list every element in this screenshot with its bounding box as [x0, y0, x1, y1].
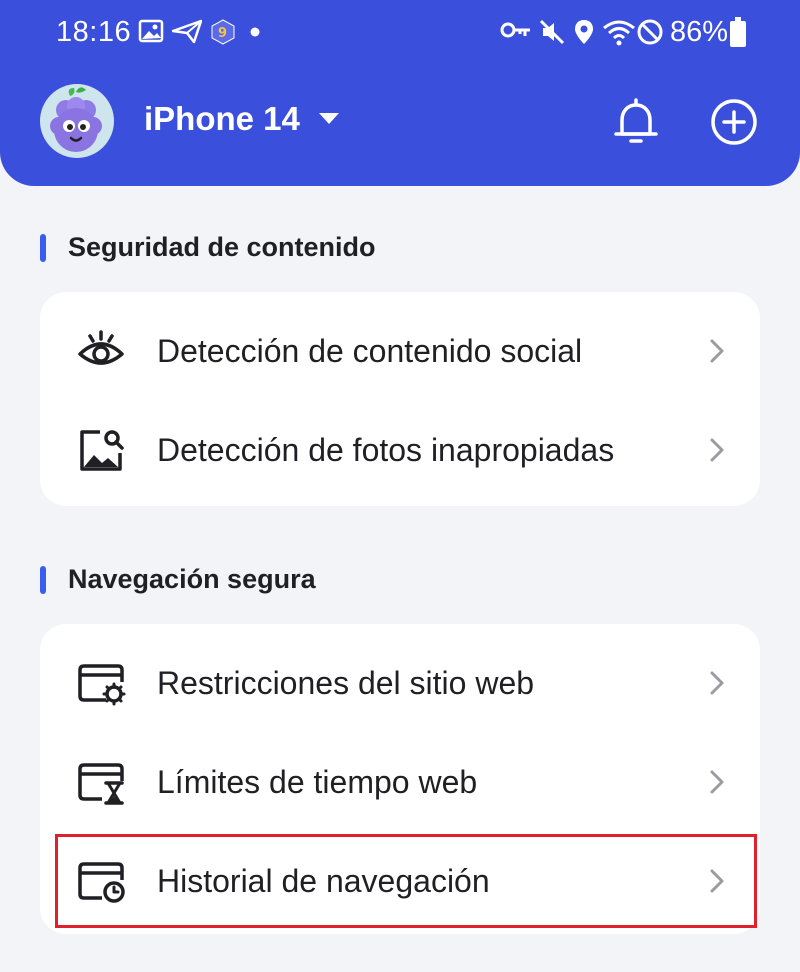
menu-item-social-content-detection[interactable]: Detección de contenido social	[40, 301, 760, 399]
menu-item-inappropriate-photo-detection[interactable]: Detección de fotos inapropiadas	[40, 400, 760, 498]
add-circle-icon	[711, 99, 757, 145]
battery-icon	[730, 17, 746, 47]
svg-text:9: 9	[218, 26, 227, 41]
menu-item-label: Restricciones del sitio web	[157, 665, 535, 701]
chevron-down-icon	[318, 113, 339, 124]
highlight-box	[55, 834, 757, 928]
do-not-disturb-icon	[637, 19, 663, 45]
notifications-button[interactable]	[608, 94, 664, 150]
status-time: 18:16	[56, 16, 132, 48]
chevron-right-icon	[710, 770, 724, 794]
dot-icon	[250, 27, 260, 37]
section-title-safe-browsing: Navegación segura	[40, 564, 316, 595]
app-header: 18:16 9 86% iPhone 14	[0, 0, 800, 186]
chevron-right-icon	[710, 671, 724, 695]
menu-item-web-time-limits[interactable]: Límites de tiempo web	[40, 732, 760, 830]
image-icon	[138, 19, 164, 43]
key-icon	[500, 22, 530, 38]
app-badge-icon: 9	[211, 19, 235, 45]
add-device-button[interactable]	[706, 94, 762, 150]
chevron-right-icon	[710, 438, 724, 462]
menu-item-label: Límites de tiempo web	[157, 764, 478, 800]
device-selector[interactable]: iPhone 14	[144, 100, 340, 138]
grape-mascot-icon	[50, 87, 102, 152]
avatar[interactable]	[40, 84, 114, 158]
bell-icon	[614, 98, 658, 143]
photo-search-icon	[80, 430, 124, 471]
battery-percent: 86%	[670, 16, 729, 48]
browser-settings-icon	[78, 664, 126, 706]
location-icon	[575, 20, 593, 44]
menu-item-label: Detección de fotos inapropiadas	[157, 432, 615, 468]
eye-icon	[78, 330, 124, 365]
wifi-icon	[603, 20, 635, 46]
mute-icon	[539, 19, 565, 45]
send-icon	[172, 19, 202, 44]
menu-item-label: Detección de contenido social	[157, 333, 583, 369]
menu-item-website-restrictions[interactable]: Restricciones del sitio web	[40, 633, 760, 731]
device-name: iPhone 14	[144, 100, 300, 137]
browser-hourglass-icon	[78, 763, 124, 805]
section-title-content-security: Seguridad de contenido	[40, 232, 376, 263]
chevron-right-icon	[710, 339, 724, 363]
status-bar: 18:16 9 86%	[0, 0, 800, 70]
content-security-card: Detección de contenido social Detección …	[40, 292, 760, 506]
